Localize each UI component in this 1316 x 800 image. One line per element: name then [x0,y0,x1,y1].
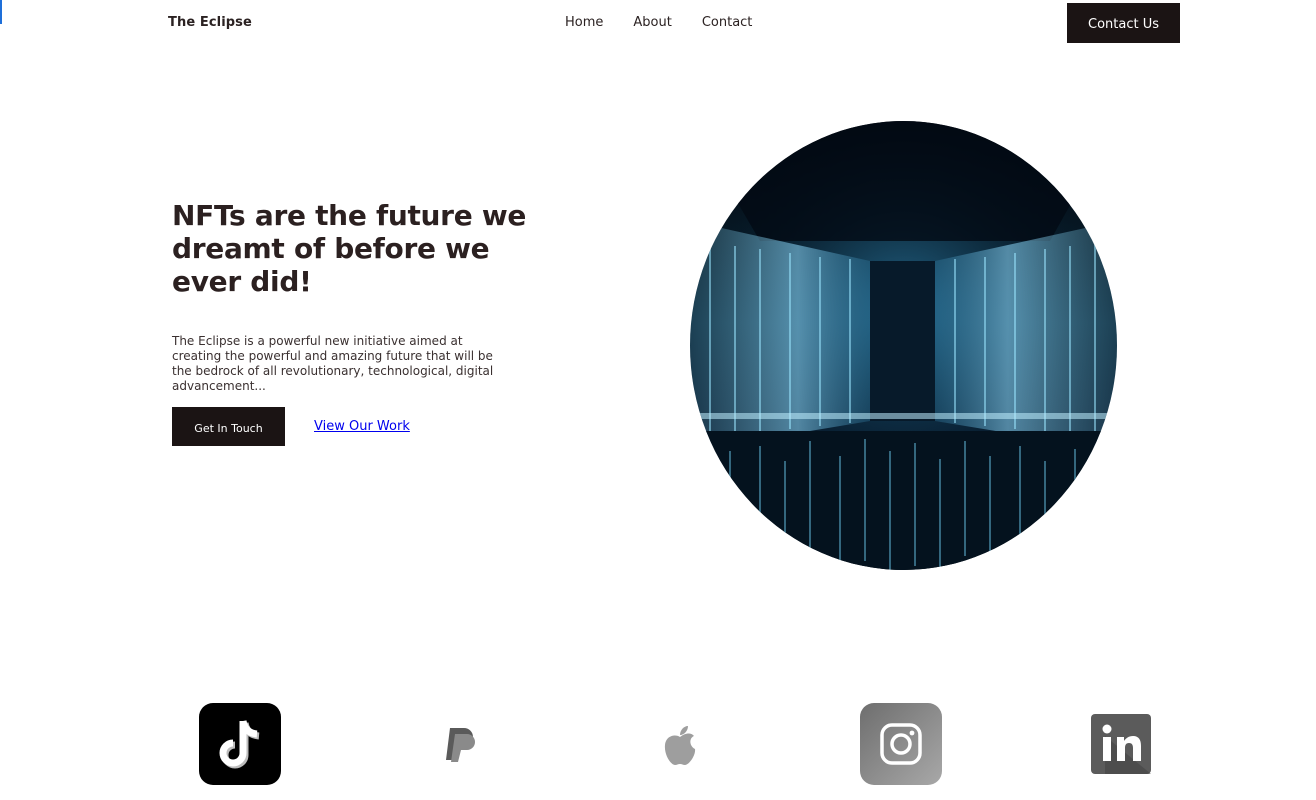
brand-logo-text[interactable]: The Eclipse [168,15,252,30]
hero-image [690,121,1117,570]
paypal-icon [446,728,475,762]
view-our-work-link[interactable]: View Our Work [314,419,410,434]
get-in-touch-button[interactable]: Get In Touch [172,407,285,446]
nav-about-link[interactable]: About [633,15,671,30]
main-nav: Home About Contact [565,15,752,30]
apple-icon [664,726,696,765]
tiktok-icon [199,703,281,785]
futuristic-corridor-illustration [690,121,1117,570]
instagram-logo[interactable] [860,703,942,785]
contact-us-button[interactable]: Contact Us [1067,3,1180,43]
tiktok-logo[interactable] [199,703,281,785]
apple-logo[interactable] [660,724,700,766]
paypal-logo[interactable] [440,722,480,766]
hero-title: NFTs are the future we dreamt of before … [172,199,527,298]
nav-home-link[interactable]: Home [565,15,603,30]
linkedin-icon [1091,714,1151,774]
hero-description: The Eclipse is a powerful new initiative… [172,334,494,393]
instagram-icon [860,703,942,785]
linkedin-logo[interactable] [1091,714,1151,774]
window-edge-marker [0,0,2,24]
nav-contact-link[interactable]: Contact [702,15,753,30]
